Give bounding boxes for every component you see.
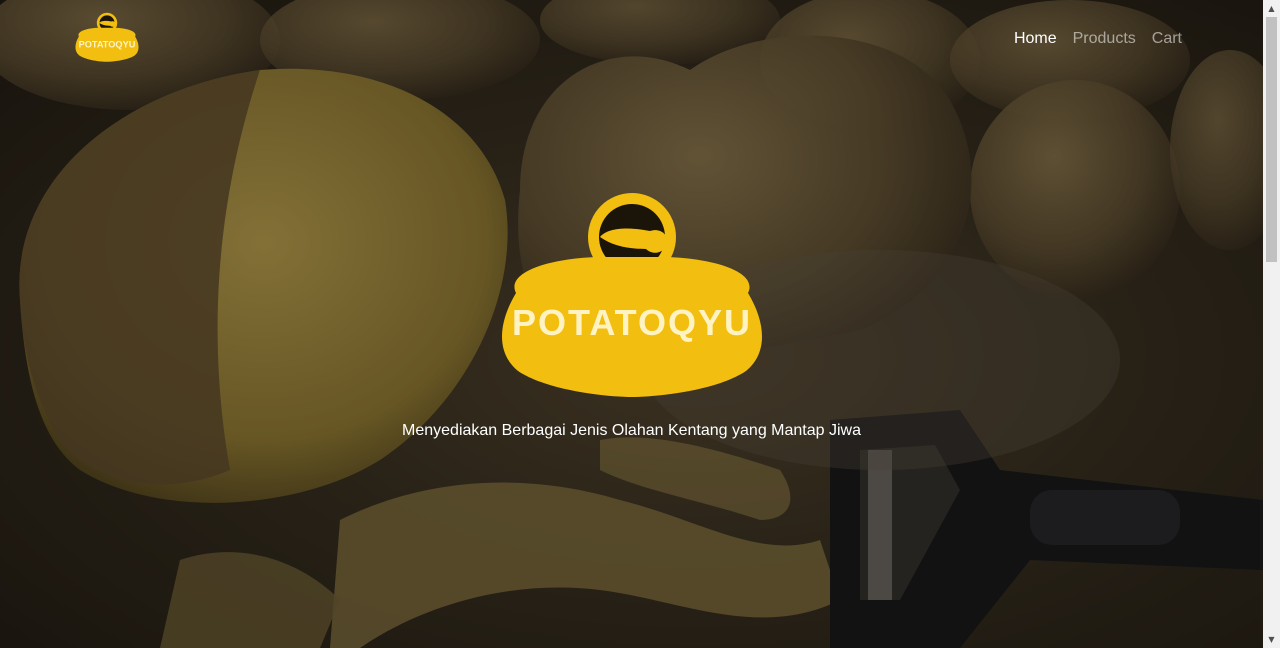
scrollbar-thumb[interactable] — [1266, 17, 1277, 262]
nav-link-products[interactable]: Products — [1073, 29, 1136, 49]
scroll-down-icon[interactable]: ▼ — [1263, 631, 1280, 648]
main-nav: Home Products Cart — [1014, 29, 1182, 49]
navbar-brand-name: POTATOQYU — [79, 40, 136, 50]
nav-link-cart[interactable]: Cart — [1152, 29, 1182, 49]
page-scrollbar[interactable]: ▲ ▼ — [1263, 0, 1280, 648]
hero-tagline: Menyediakan Berbagai Jenis Olahan Kentan… — [402, 422, 861, 439]
navbar-brand-logo[interactable]: POTATOQYU — [74, 12, 140, 62]
hero-brand-name: POTATOQYU — [512, 302, 752, 343]
nav-link-home[interactable]: Home — [1014, 29, 1057, 49]
hero-brand-logo: POTATOQYU — [502, 193, 762, 397]
scroll-up-icon[interactable]: ▲ — [1263, 0, 1280, 17]
